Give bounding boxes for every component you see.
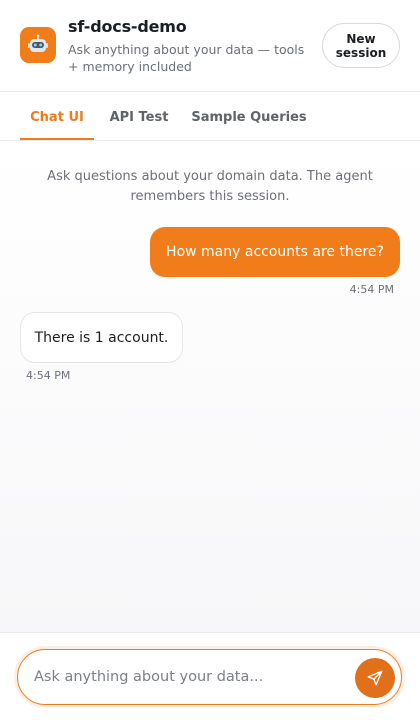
app-subtitle: Ask anything about your data — tools + m… (68, 42, 305, 74)
tab-api-test[interactable]: API Test (104, 92, 174, 141)
message-input-wrapper (17, 649, 402, 705)
send-icon (367, 670, 383, 686)
app-header: sf-docs-demo Ask anything about your dat… (0, 0, 420, 92)
app-title: sf-docs-demo (68, 17, 187, 36)
user-message: How many accounts are there? (150, 227, 400, 277)
new-session-button[interactable]: New session (322, 23, 400, 68)
chat-area[interactable]: Ask questions about your domain data. Th… (0, 141, 420, 632)
composer (0, 632, 420, 720)
send-button[interactable] (355, 658, 395, 698)
chat-intro: Ask questions about your domain data. Th… (47, 169, 373, 204)
active-tab-indicator (20, 138, 94, 140)
tab-sample-queries[interactable]: Sample Queries (186, 92, 312, 141)
tab-bar: Chat UI API Test Sample Queries (0, 92, 420, 141)
user-message-time: 4:54 PM (349, 283, 394, 296)
tab-chat-ui[interactable]: Chat UI (20, 92, 94, 141)
robot-icon (20, 27, 56, 63)
message-input[interactable] (34, 662, 344, 692)
assistant-message: There is 1 account. (20, 312, 183, 363)
assistant-message-time: 4:54 PM (26, 369, 71, 382)
